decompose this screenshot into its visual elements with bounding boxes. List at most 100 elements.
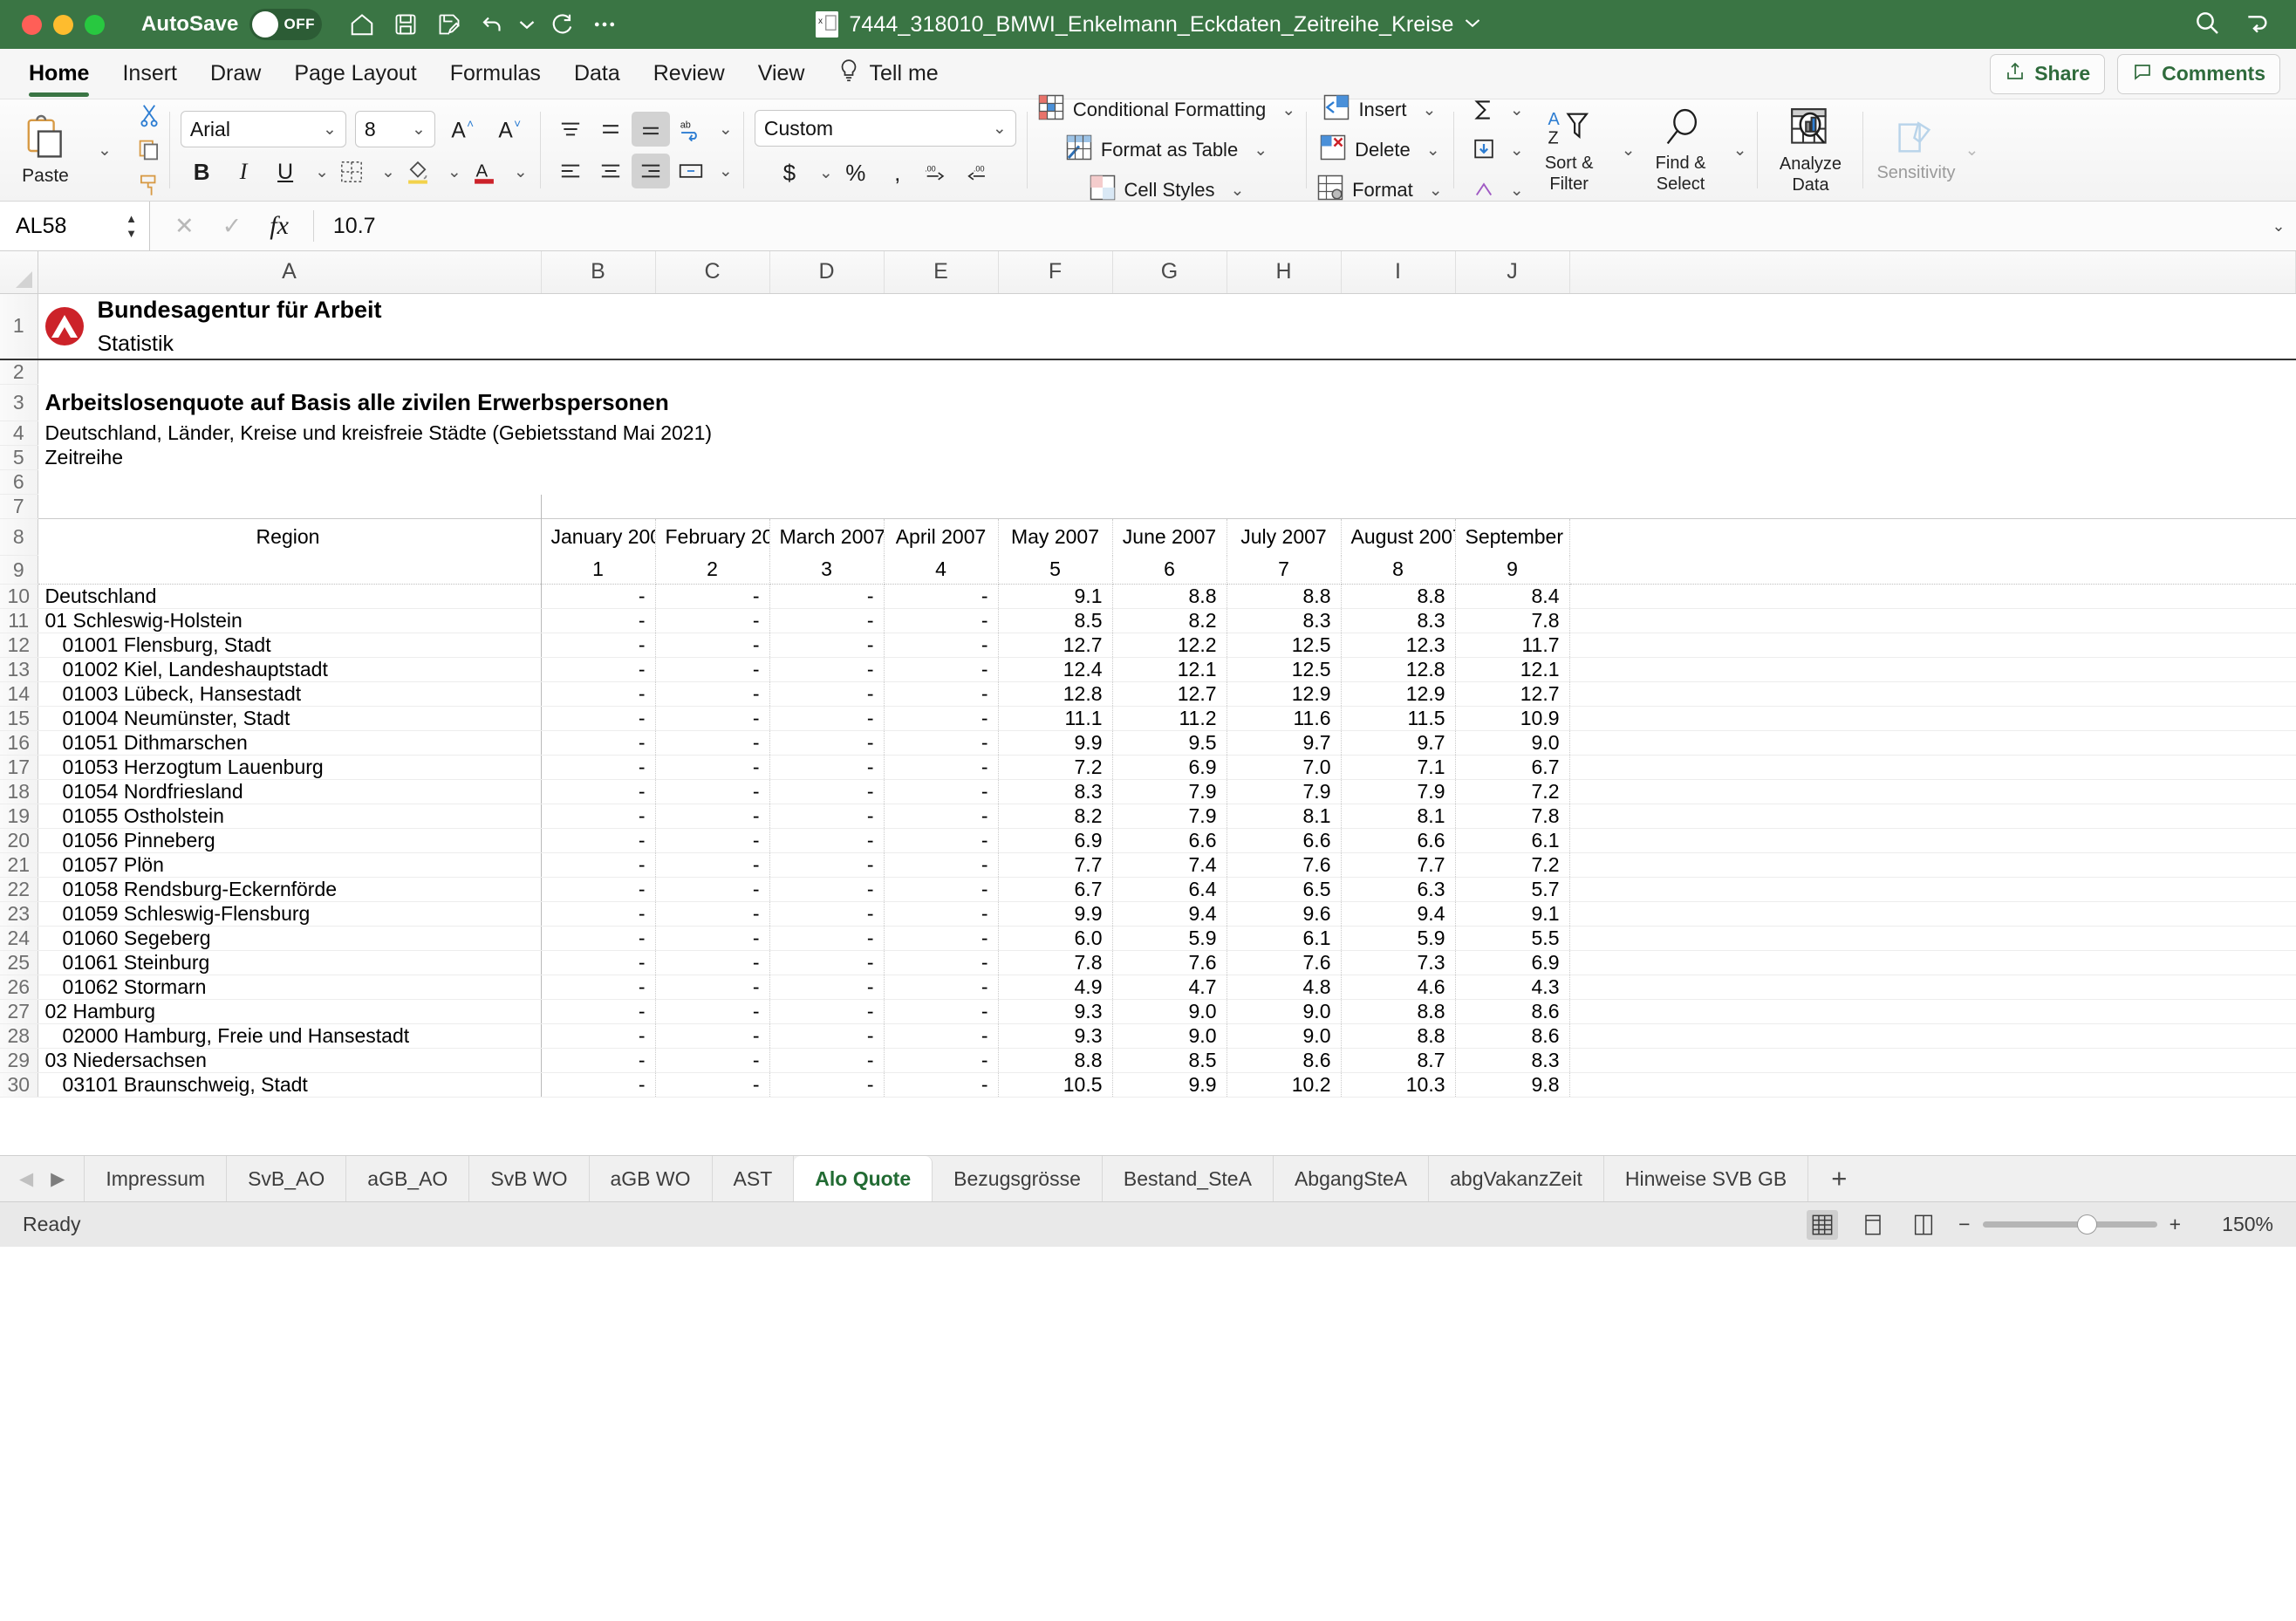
region-cell[interactable]: 01053 Herzogtum Lauenburg (38, 755, 542, 780)
table-row[interactable]: 1 Bundesagentur für Arbeit Statistik (0, 293, 2296, 360)
value-cell-3[interactable]: - (769, 1048, 885, 1073)
row-header-3[interactable]: 3 (0, 384, 38, 421)
value-cell-3[interactable]: - (769, 608, 885, 633)
value-cell-4[interactable]: - (884, 633, 999, 658)
row-header-20[interactable]: 20 (0, 828, 38, 853)
value-cell-6[interactable]: 7.6 (1112, 950, 1227, 975)
row-header-23[interactable]: 23 (0, 901, 38, 927)
value-cell-5[interactable]: 6.9 (998, 828, 1113, 853)
align-bottom-icon[interactable] (631, 112, 670, 147)
value-cell-3[interactable]: - (769, 828, 885, 853)
align-middle-icon[interactable] (591, 112, 630, 147)
autosave-toggle[interactable]: OFF (249, 9, 322, 40)
overflow-cell[interactable] (1569, 633, 2296, 658)
search-icon[interactable] (2193, 9, 2221, 41)
value-cell-1[interactable]: - (541, 804, 656, 829)
value-cell-4[interactable]: - (884, 657, 999, 682)
value-cell-8[interactable]: 8.8 (1341, 1023, 1456, 1049)
overflow-cell[interactable] (1569, 926, 2296, 951)
region-cell[interactable]: 01004 Neumünster, Stadt (38, 706, 542, 731)
value-cell-5[interactable]: 9.9 (998, 901, 1113, 927)
sheet-tab-alo-quote[interactable]: Alo Quote (794, 1156, 933, 1201)
value-cell-3[interactable]: - (769, 877, 885, 902)
region-cell[interactable]: 01 Schleswig-Holstein (38, 608, 542, 633)
title-chevron-down-icon[interactable] (1465, 17, 1480, 32)
sort-and-filter-button[interactable]: AZ Sort & Filter (1527, 107, 1611, 193)
zoom-in-button[interactable]: + (2170, 1213, 2181, 1236)
column-header-C[interactable]: C (655, 251, 770, 294)
region-cell[interactable]: 01001 Flensburg, Stadt (38, 633, 542, 658)
value-cell-8[interactable]: 12.8 (1341, 657, 1456, 682)
table-subheader-row[interactable]: 9 1 2 3 4 5 6 7 8 9 (0, 555, 2296, 585)
value-cell-2[interactable]: - (655, 999, 770, 1024)
value-cell-9[interactable]: 4.3 (1455, 975, 1570, 1000)
value-cell-2[interactable]: - (655, 1072, 770, 1098)
value-cell-5[interactable]: 8.2 (998, 804, 1113, 829)
month-index-1[interactable]: 1 (541, 555, 656, 585)
month-index-7[interactable]: 7 (1227, 555, 1342, 585)
table-row[interactable]: 15 01004 Neumünster, Stadt - - - -11.1 11.2 11.… (0, 706, 2296, 731)
column-header-H[interactable]: H (1227, 251, 1342, 294)
value-cell-6[interactable]: 9.4 (1112, 901, 1227, 927)
value-cell-7[interactable]: 8.3 (1227, 608, 1342, 633)
value-cell-9[interactable]: 9.1 (1455, 901, 1570, 927)
table-row[interactable]: 22 01058 Rendsburg-Eckernförde - - - -6.7 6.4 6… (0, 877, 2296, 902)
value-cell-8[interactable]: 8.3 (1341, 608, 1456, 633)
fill-chevron-down-icon[interactable]: ⌄ (1510, 140, 1524, 161)
overflow-cell[interactable] (1569, 608, 2296, 633)
region-cell[interactable]: 01061 Steinburg (38, 950, 542, 975)
align-right-icon[interactable] (631, 154, 670, 188)
format-cells-button[interactable]: Format ⌄ (1317, 174, 1443, 206)
value-cell-5[interactable]: 11.1 (998, 706, 1113, 731)
align-top-icon[interactable] (551, 112, 590, 147)
next-sheet-icon[interactable]: ▶ (51, 1168, 65, 1190)
overflow-cell[interactable] (1569, 657, 2296, 682)
analyze-data-button[interactable]: Analyze Data (1768, 106, 1852, 195)
overflow-cell[interactable] (1569, 999, 2296, 1024)
spacer-cell-row7-rest[interactable] (541, 495, 2296, 519)
row-header-29[interactable]: 29 (0, 1048, 38, 1073)
table-row[interactable]: 17 01053 Herzogtum Lauenburg - - - -7.2 6.9 7.0… (0, 755, 2296, 780)
borders-chevron-down-icon[interactable]: ⌄ (381, 162, 395, 182)
value-cell-6[interactable]: 8.5 (1112, 1048, 1227, 1073)
region-cell[interactable]: 01058 Rendsburg-Eckernförde (38, 877, 542, 902)
value-cell-9[interactable]: 8.6 (1455, 999, 1570, 1024)
sheet-tab-impressum[interactable]: Impressum (84, 1156, 228, 1201)
region-cell[interactable]: 01062 Stormarn (38, 975, 542, 1000)
value-cell-7[interactable]: 9.0 (1227, 999, 1342, 1024)
sheet-subtitle[interactable]: Deutschland, Länder, Kreise und kreisfre… (38, 421, 2296, 446)
value-cell-9[interactable]: 6.1 (1455, 828, 1570, 853)
month-header-4[interactable]: April 2007 (884, 518, 999, 556)
table-row[interactable]: 18 01054 Nordfriesland - - - -8.3 7.9 7.9 7.9 7.2 (0, 779, 2296, 804)
overflow-cell[interactable] (1569, 877, 2296, 902)
table-row[interactable]: 23 01059 Schleswig-Flensburg - - - -9.9 9.4 9.6… (0, 901, 2296, 927)
value-cell-5[interactable]: 8.8 (998, 1048, 1113, 1073)
font-family-select[interactable]: Arial ⌄ (180, 111, 346, 147)
value-cell-3[interactable]: - (769, 1023, 885, 1049)
currency-chevron-down-icon[interactable]: ⌄ (819, 163, 833, 183)
insert-function-icon[interactable]: fx (270, 211, 289, 241)
value-cell-2[interactable]: - (655, 926, 770, 951)
value-cell-6[interactable]: 6.4 (1112, 877, 1227, 902)
value-cell-8[interactable]: 6.6 (1341, 828, 1456, 853)
region-cell[interactable]: 01054 Nordfriesland (38, 779, 542, 804)
month-header-3[interactable]: March 2007 (769, 518, 885, 556)
overflow-cell[interactable] (1569, 828, 2296, 853)
overflow-cell[interactable] (1569, 1072, 2296, 1098)
value-cell-9[interactable]: 9.0 (1455, 730, 1570, 756)
value-cell-8[interactable]: 4.6 (1341, 975, 1456, 1000)
column-header-I[interactable]: I (1341, 251, 1456, 294)
value-cell-2[interactable]: - (655, 828, 770, 853)
month-index-4[interactable]: 4 (884, 555, 999, 585)
tab-data[interactable]: Data (557, 49, 637, 99)
value-cell-1[interactable]: - (541, 877, 656, 902)
overflow-cell[interactable] (1569, 975, 2296, 1000)
month-header-1[interactable]: January 2007 (541, 518, 656, 556)
clear-chevron-down-icon[interactable]: ⌄ (1510, 181, 1524, 201)
home-icon[interactable] (343, 5, 381, 44)
value-cell-4[interactable]: - (884, 681, 999, 707)
value-cell-7[interactable]: 7.0 (1227, 755, 1342, 780)
value-cell-4[interactable]: - (884, 584, 999, 609)
value-cell-6[interactable]: 9.0 (1112, 999, 1227, 1024)
value-cell-8[interactable]: 7.3 (1341, 950, 1456, 975)
